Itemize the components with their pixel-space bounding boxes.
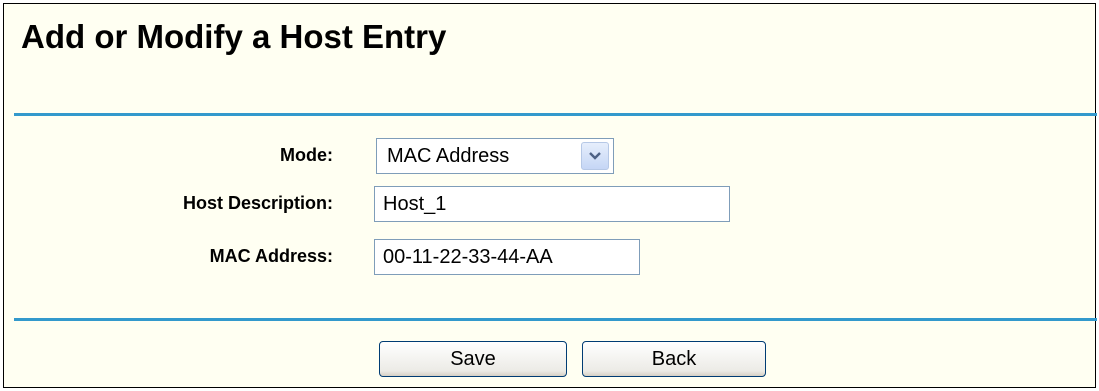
- mac-address-input[interactable]: [374, 239, 640, 275]
- mode-select-dropdown-button[interactable]: [581, 142, 609, 170]
- host-description-label: Host Description:: [182, 193, 333, 213]
- save-button[interactable]: Save: [379, 341, 567, 377]
- back-button[interactable]: Back: [582, 341, 766, 377]
- chevron-down-icon: [589, 152, 601, 160]
- host-description-input[interactable]: [374, 186, 730, 222]
- top-divider: [14, 113, 1097, 116]
- mode-label: Mode:: [280, 145, 333, 165]
- mode-select[interactable]: MAC Address: [376, 138, 614, 174]
- mode-select-value: MAC Address: [387, 145, 510, 167]
- mac-address-label: MAC Address:: [209, 246, 333, 266]
- page-title: Add or Modify a Host Entry: [21, 18, 447, 55]
- bottom-divider: [14, 318, 1097, 321]
- host-entry-panel: Add or Modify a Host Entry Mode: MAC Add…: [3, 3, 1097, 388]
